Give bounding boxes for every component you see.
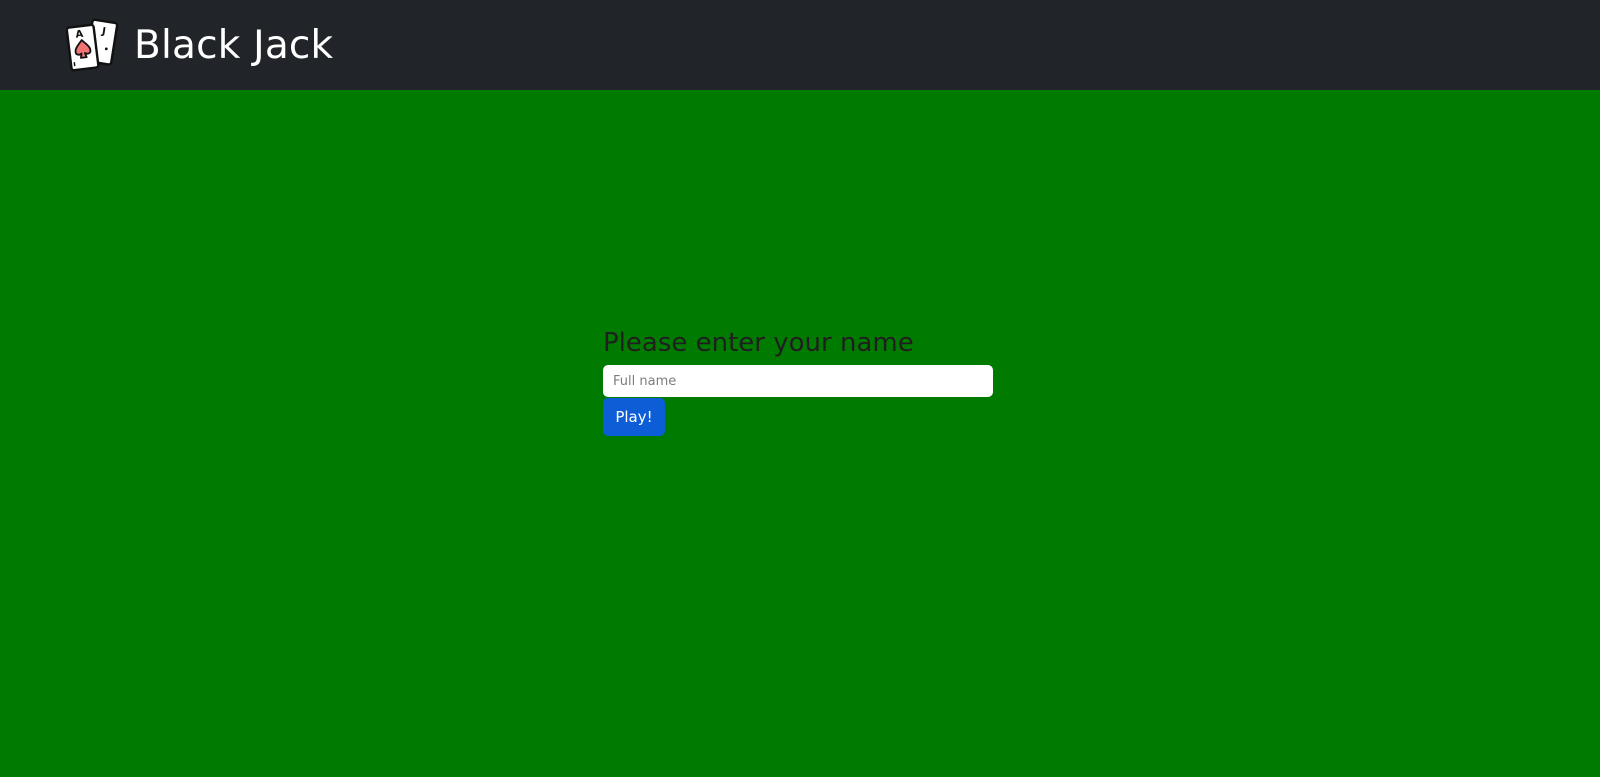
form-title: Please enter your name <box>603 328 914 358</box>
playing-cards-icon: J A <box>66 18 119 72</box>
full-name-input[interactable] <box>603 365 993 397</box>
brand-title: Black Jack <box>134 22 334 68</box>
play-button[interactable]: Play! <box>603 398 665 436</box>
top-navbar: J A Black Jack <box>0 0 1600 90</box>
brand-home-link[interactable]: J A Black Jack <box>66 17 333 73</box>
svg-text:A: A <box>75 29 84 41</box>
player-name-form: Please enter your name Play! <box>603 326 993 436</box>
